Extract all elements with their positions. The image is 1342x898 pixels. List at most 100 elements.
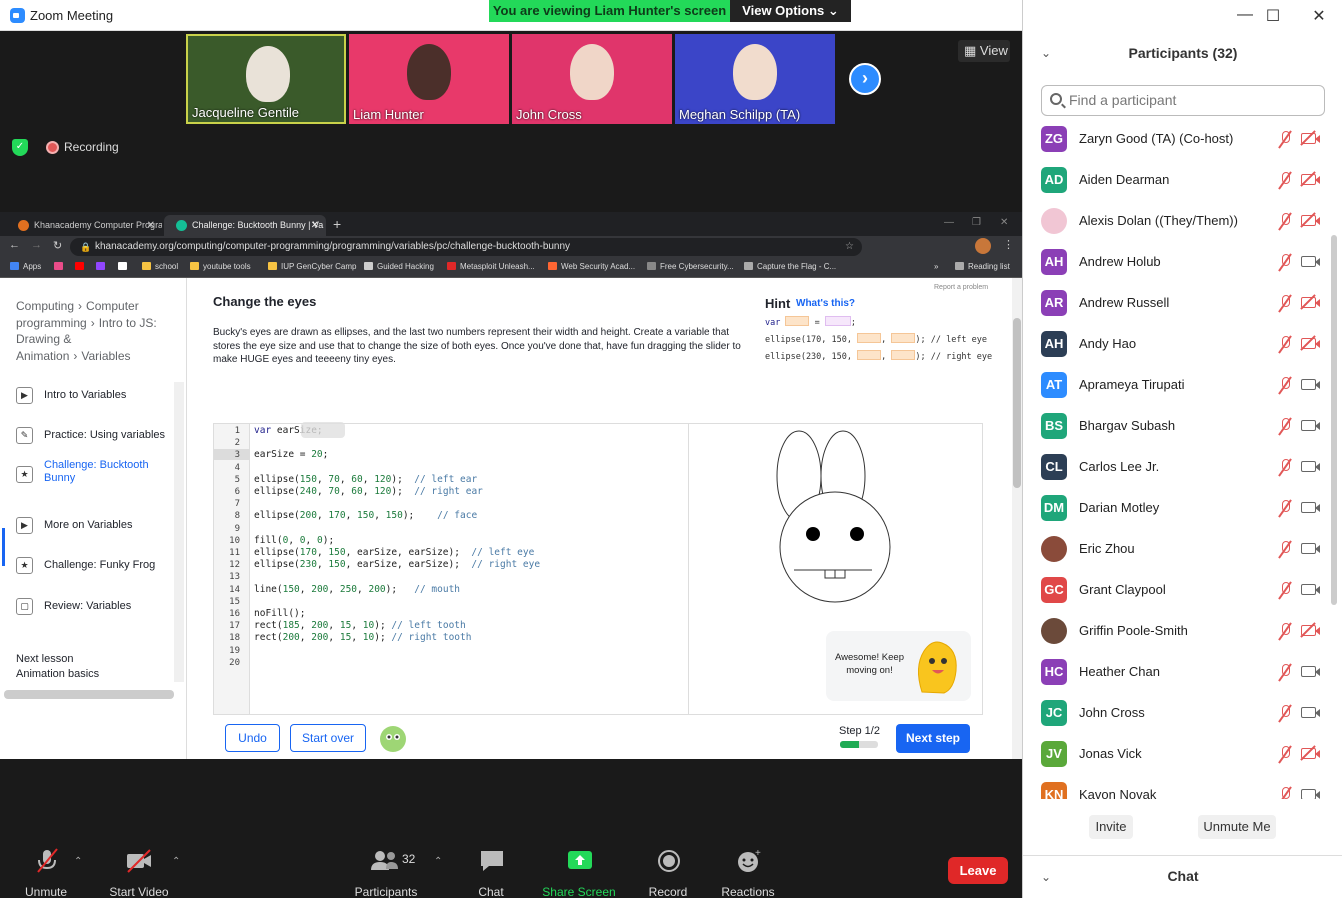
bookmark-item[interactable]: IUP GenCyber Camp (268, 262, 356, 271)
start-over-button[interactable]: Start over (290, 724, 366, 752)
participant-row[interactable]: AH Andy Hao (1023, 324, 1335, 365)
chat-icon[interactable] (477, 848, 507, 874)
chat-button[interactable]: Chat (451, 885, 531, 898)
video-off-icon[interactable] (1301, 297, 1320, 308)
participant-row[interactable]: BS Bhargav Subash (1023, 406, 1335, 447)
number-scrubber[interactable] (301, 422, 345, 438)
mic-muted-icon[interactable] (1278, 417, 1292, 435)
bookmark-item[interactable]: Apps (10, 262, 41, 271)
reactions-button[interactable]: Reactions (708, 885, 788, 898)
video-icon[interactable] (1301, 707, 1320, 718)
video-off-icon[interactable] (1301, 174, 1320, 185)
breadcrumb-link[interactable]: Computing (16, 299, 74, 313)
bookmark-item[interactable]: Guided Hacking (364, 262, 434, 271)
mic-muted-icon[interactable] (1278, 499, 1292, 517)
page-scrollbar[interactable] (1012, 278, 1022, 759)
record-button[interactable]: Record (628, 885, 708, 898)
mic-muted-icon[interactable] (1278, 130, 1292, 148)
security-shield-icon[interactable]: ✓ (12, 139, 28, 156)
video-tile[interactable]: Jacqueline Gentile (186, 34, 346, 124)
participant-row[interactable]: Eric Zhou (1023, 529, 1335, 570)
participant-row[interactable]: JC John Cross (1023, 693, 1335, 734)
reactions-icon[interactable]: + (734, 848, 764, 874)
avatar-icon[interactable] (378, 724, 408, 754)
video-off-icon[interactable] (1301, 338, 1320, 349)
new-tab-button[interactable]: + (333, 216, 341, 232)
mic-muted-icon[interactable] (1278, 581, 1292, 599)
participant-row[interactable]: AR Andrew Russell (1023, 283, 1335, 324)
bookmark-item[interactable]: Reading list (955, 262, 1010, 271)
code-editor[interactable]: 1 2 3 4 5 6 7 8 9 10 11 12 13 14 15 16 17 18 19 20 var earS… (213, 422, 689, 715)
view-options-button[interactable]: View Options ⌄ (730, 0, 851, 22)
participant-scrollbar[interactable] (1331, 235, 1337, 605)
unmute-button[interactable]: Unmute (6, 885, 86, 898)
mic-muted-icon[interactable] (1278, 294, 1292, 312)
chat-header[interactable]: ⌄ Chat (1023, 855, 1342, 898)
video-icon[interactable] (1301, 461, 1320, 472)
mic-muted-icon[interactable] (1278, 663, 1292, 681)
participant-row[interactable]: JV Jonas Vick (1023, 734, 1335, 775)
lesson-item[interactable]: ★ Challenge: Funky Frog (0, 556, 175, 586)
mic-muted-icon[interactable] (32, 848, 62, 874)
video-icon[interactable] (1301, 543, 1320, 554)
mic-muted-icon[interactable] (1278, 171, 1292, 189)
browser-minimize-button[interactable]: — (944, 217, 954, 228)
bookmark-item[interactable]: school (142, 262, 178, 271)
next-step-button[interactable]: Next step (896, 724, 970, 753)
bookmark-item[interactable]: Free Cybersecurity... (647, 262, 734, 271)
profile-avatar[interactable] (975, 238, 991, 254)
invite-button[interactable]: Invite (1089, 815, 1133, 839)
next-page-button[interactable]: › (849, 63, 881, 95)
video-tile[interactable]: John Cross (512, 34, 672, 124)
bookmark-item[interactable]: » (934, 262, 938, 271)
participant-search-input[interactable]: Find a participant (1041, 85, 1325, 116)
back-icon[interactable]: ← (9, 239, 20, 251)
share-screen-button[interactable]: Share Screen (539, 885, 619, 898)
mic-muted-icon[interactable] (1278, 458, 1292, 476)
tab-close-icon[interactable]: ✕ (147, 215, 155, 236)
view-button[interactable]: ▦ View (958, 40, 1010, 62)
participant-row[interactable]: GC Grant Claypool (1023, 570, 1335, 611)
bookmark-item[interactable] (96, 262, 109, 271)
bookmark-item[interactable]: youtube tools (190, 262, 251, 271)
lesson-item[interactable]: ▶ More on Variables (0, 516, 175, 546)
reload-icon[interactable]: ↻ (53, 239, 62, 252)
sidebar-scrollbar[interactable] (174, 382, 184, 682)
mic-muted-icon[interactable] (1278, 704, 1292, 722)
video-off-icon[interactable] (1301, 748, 1320, 759)
browser-tab[interactable]: Challenge: Bucktooth Bunny | Va ✕ (164, 215, 326, 236)
audio-options-caret-icon[interactable]: ⌃ (74, 856, 82, 867)
mic-muted-icon[interactable] (1278, 335, 1292, 353)
participant-row[interactable]: HC Heather Chan (1023, 652, 1335, 693)
mic-muted-icon[interactable] (1278, 786, 1292, 799)
unmute-me-button[interactable]: Unmute Me (1198, 815, 1276, 839)
participant-row[interactable]: CL Carlos Lee Jr. (1023, 447, 1335, 488)
video-tile[interactable]: Meghan Schilpp (TA) (675, 34, 835, 124)
mic-muted-icon[interactable] (1278, 376, 1292, 394)
leave-button[interactable]: Leave (948, 857, 1008, 884)
video-icon[interactable] (1301, 502, 1320, 513)
mic-muted-icon[interactable] (1278, 622, 1292, 640)
mic-muted-icon[interactable] (1278, 745, 1292, 763)
participants-options-caret-icon[interactable]: ⌃ (434, 856, 442, 867)
participant-row[interactable]: AH Andrew Holub (1023, 242, 1335, 283)
video-tile[interactable]: Liam Hunter (349, 34, 509, 124)
report-problem-link[interactable]: Report a problem (934, 284, 988, 291)
lesson-item[interactable]: ✎ Practice: Using variables (0, 426, 175, 456)
star-icon[interactable]: ☆ (845, 238, 854, 256)
sidebar-horizontal-scrollbar[interactable] (4, 690, 174, 699)
lesson-item[interactable]: ▢ Review: Variables (0, 597, 175, 627)
video-icon[interactable] (1301, 256, 1320, 267)
participants-icon[interactable] (370, 848, 400, 874)
video-icon[interactable] (1301, 379, 1320, 390)
bookmark-item[interactable]: Metasploit Unleash... (447, 262, 535, 271)
forward-icon[interactable]: → (31, 239, 42, 251)
tab-close-icon[interactable]: ✕ (311, 215, 319, 236)
bookmark-item[interactable] (54, 262, 67, 271)
participant-row[interactable]: ZG Zaryn Good (TA) (Co-host) (1023, 119, 1335, 160)
participant-row[interactable]: AD Aiden Dearman (1023, 160, 1335, 201)
start-video-button[interactable]: Start Video (99, 885, 179, 898)
maximize-button[interactable]: ☐ (1263, 6, 1283, 26)
url-field[interactable]: 🔒 khanacademy.org/computing/computer-pro… (70, 238, 862, 256)
mic-muted-icon[interactable] (1278, 212, 1292, 230)
